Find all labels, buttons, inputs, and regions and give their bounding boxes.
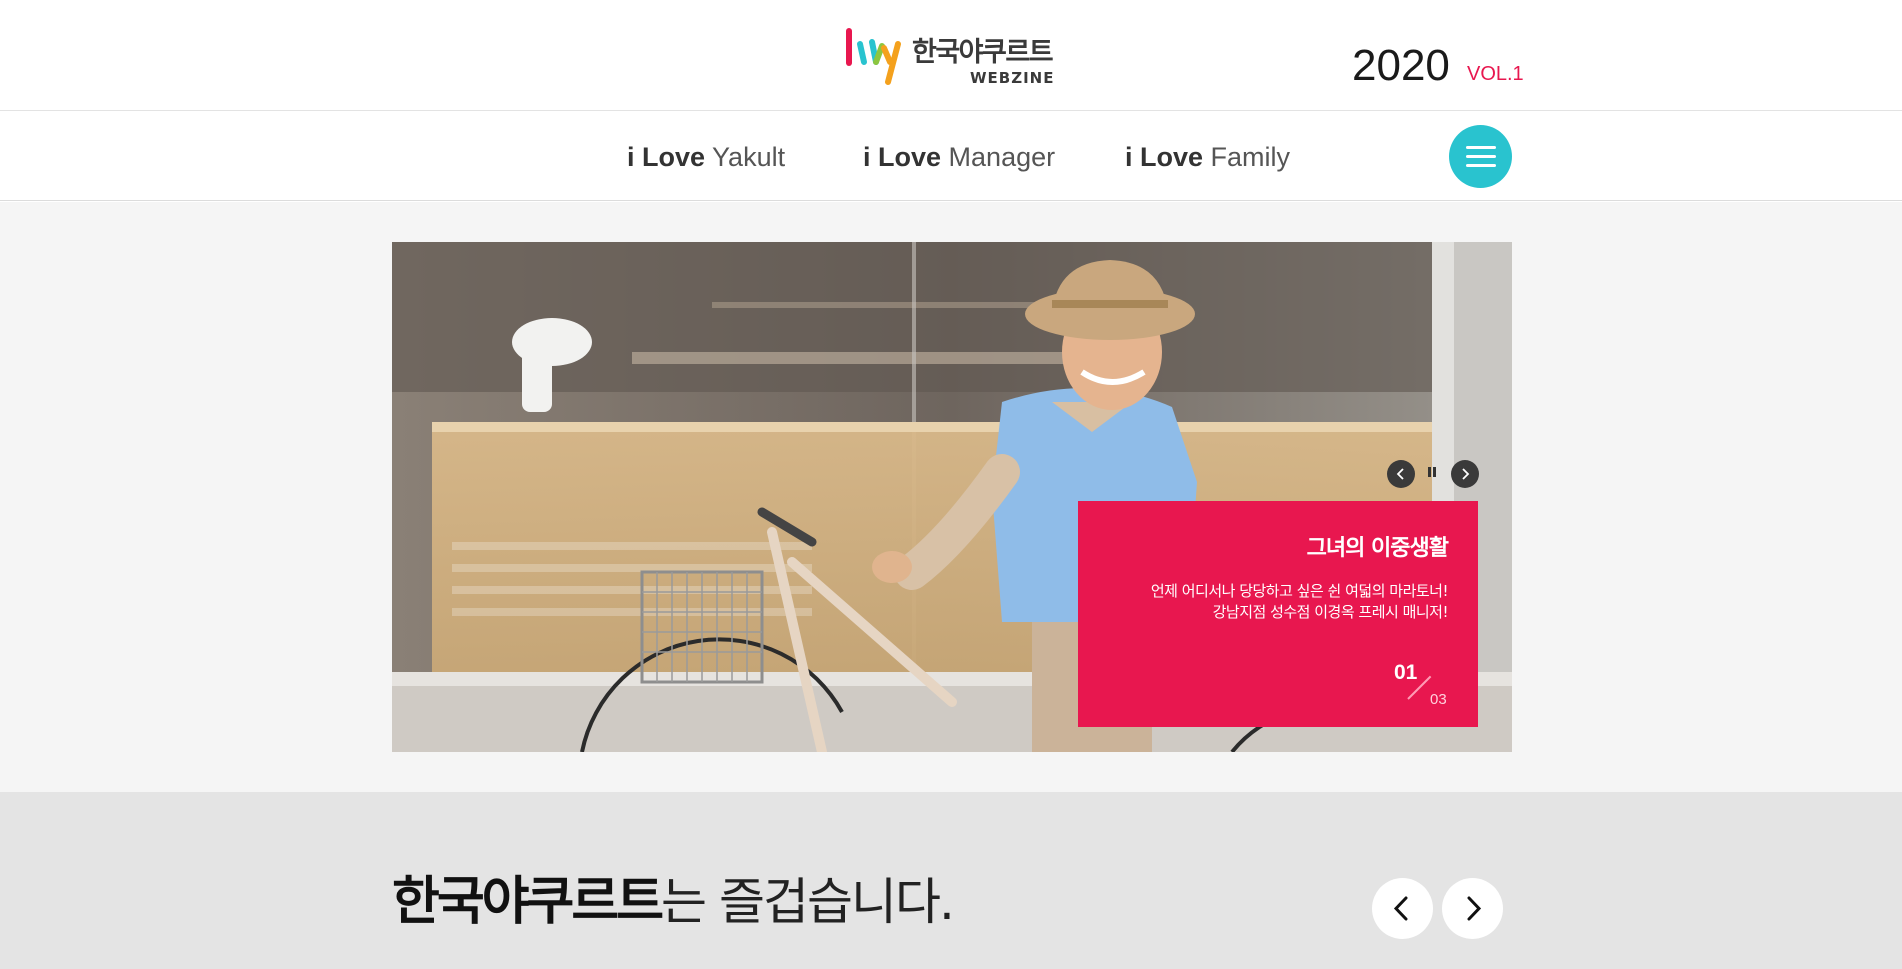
nav-item-bold: i Love — [863, 142, 942, 172]
nav-item-bold: i Love — [1125, 142, 1204, 172]
chevron-left-icon — [1393, 896, 1408, 921]
chevron-right-icon — [1462, 468, 1470, 480]
site-logo[interactable]: 한국야쿠르트 WEBZINE — [844, 24, 1062, 90]
webzine-page: 한국야쿠르트 WEBZINE 2020 VOL.1 i Love Yakult … — [0, 0, 1902, 969]
slide-prev-button[interactable] — [1387, 460, 1415, 488]
main-nav: i Love Yakult i Love Manager i Love Fami… — [0, 111, 1902, 201]
slide-caption[interactable]: 그녀의 이중생활 언제 어디서나 당당하고 싶은 쉰 여덟의 마라토너! 강남지… — [1078, 501, 1478, 727]
nav-item-yakult[interactable]: i Love Yakult — [627, 141, 785, 173]
issue-volume: VOL.1 — [1466, 63, 1524, 85]
section-heading: 한국야쿠르트는 즐겁습니다. — [392, 870, 955, 946]
slide-controls — [1387, 460, 1479, 488]
slide-next-button[interactable] — [1451, 460, 1479, 488]
nav-item-label: Manager — [948, 142, 1056, 172]
slide-desc-line-2: 강남지점 성수점 이경옥 프레시 매니저! — [1212, 603, 1449, 621]
slide-current-number: 01 — [1394, 661, 1418, 684]
hamburger-icon — [1466, 164, 1496, 167]
nav-item-bold: i Love — [627, 142, 706, 172]
nav-item-manager[interactable]: i Love Manager — [863, 141, 1055, 173]
logo-text: 한국야쿠르트 — [912, 37, 1054, 68]
intro-section: 한국야쿠르트는 즐겁습니다. — [0, 792, 1902, 969]
menu-button[interactable] — [1449, 125, 1512, 188]
slide-title: 그녀의 이중생활 — [1306, 536, 1449, 561]
section-next-button[interactable] — [1442, 878, 1503, 939]
heading-brand: 한국야쿠르트 — [392, 872, 664, 932]
issue-year: 2020 — [1352, 41, 1450, 90]
pause-icon — [1428, 467, 1431, 477]
slide-pause-button[interactable] — [1426, 467, 1438, 481]
hamburger-icon — [1466, 155, 1496, 158]
logo-subtitle: WEBZINE — [970, 69, 1055, 87]
nav-item-family[interactable]: i Love Family — [1125, 141, 1290, 173]
top-header: 한국야쿠르트 WEBZINE 2020 VOL.1 — [0, 0, 1902, 111]
chevron-right-icon — [1467, 896, 1482, 921]
hamburger-icon — [1466, 146, 1496, 149]
issue-info: 2020 VOL.1 — [1352, 42, 1524, 90]
chevron-left-icon — [1396, 468, 1404, 480]
slide-desc-line-1: 언제 어디서나 당당하고 싶은 쉰 여덟의 마라토너! — [1150, 582, 1449, 600]
pause-icon — [1433, 467, 1436, 477]
section-prev-button[interactable] — [1372, 878, 1433, 939]
nav-item-label: Family — [1210, 142, 1291, 172]
logo-mark-icon — [846, 28, 901, 85]
nav-item-label: Yakult — [712, 142, 786, 172]
slide-total-number: 03 — [1430, 691, 1447, 708]
heading-rest: 는 즐겁습니다. — [661, 873, 955, 931]
